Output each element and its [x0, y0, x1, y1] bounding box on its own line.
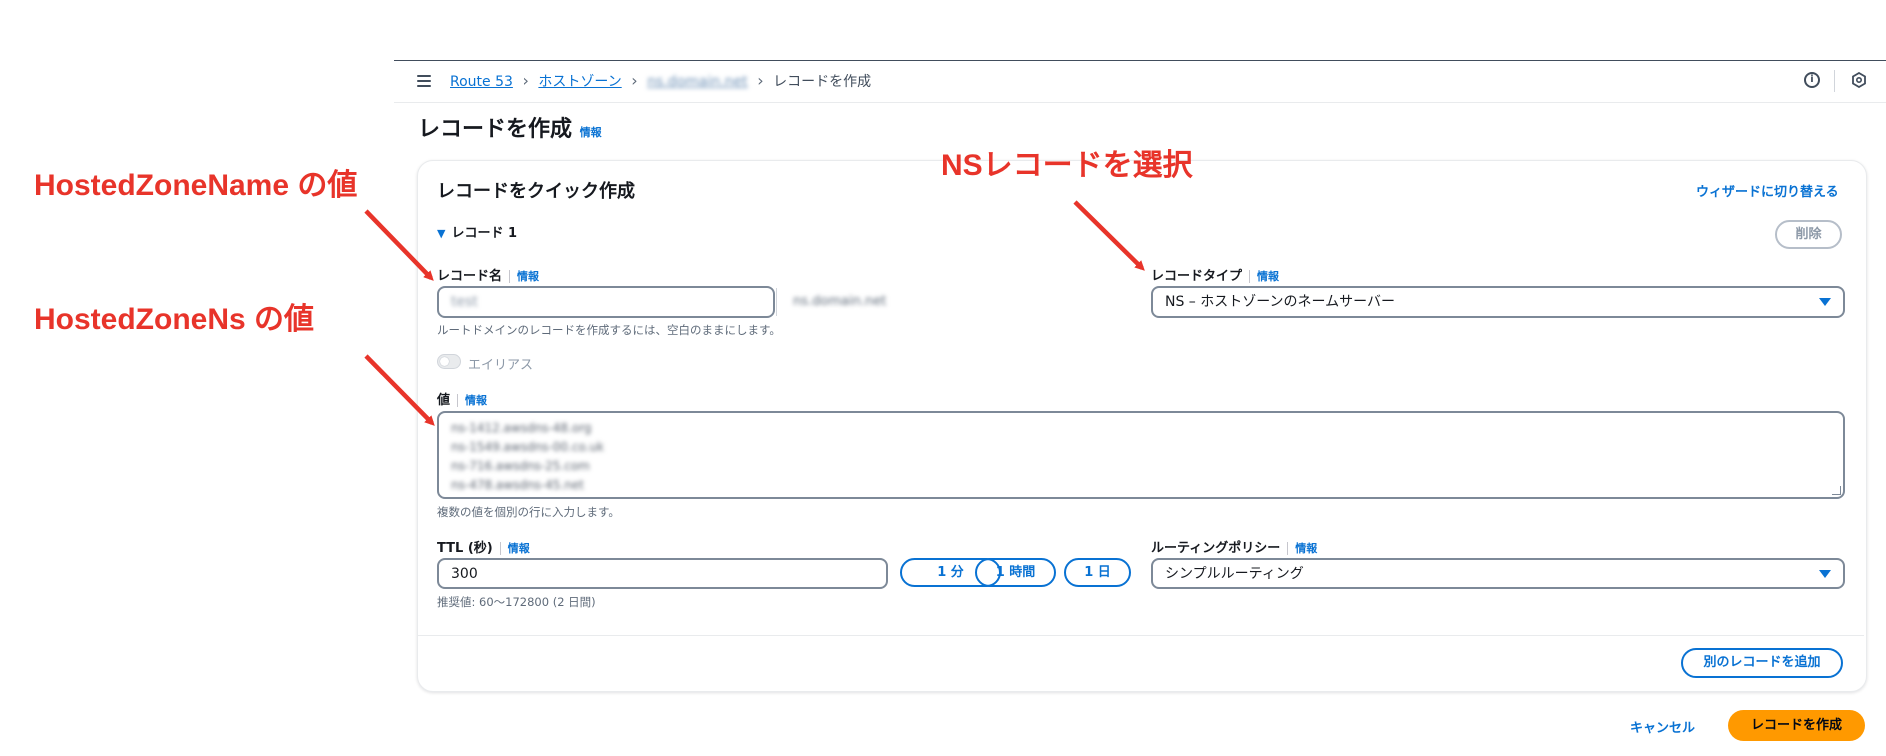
arrow-to-record-type [1073, 200, 1145, 271]
annotation-arrows [364, 200, 1145, 426]
arrow-to-record-name [364, 209, 434, 281]
arrow-to-value [364, 354, 435, 426]
